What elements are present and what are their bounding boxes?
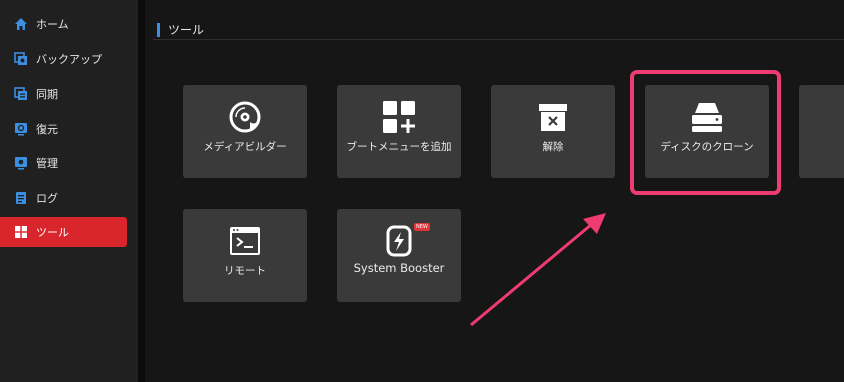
section-divider — [153, 39, 844, 40]
tool-label: 解除 — [542, 141, 564, 153]
sidebar-item-manage[interactable]: 管理 — [0, 148, 127, 178]
section-title-bar — [157, 22, 160, 37]
tool-media-builder[interactable]: メディアビルダー — [183, 85, 307, 178]
remote-terminal-icon — [183, 221, 307, 261]
sidebar-item-label: 同期 — [36, 88, 58, 101]
new-badge: NEW — [414, 223, 430, 231]
sidebar-item-tools[interactable]: ツール — [0, 217, 127, 247]
disc-icon — [183, 97, 307, 137]
system-booster-icon — [337, 221, 461, 261]
tool-partial-offscreen[interactable] — [799, 85, 844, 178]
sidebar: ホーム バックアップ 同期 復元 管理 ログ ツール — [0, 0, 138, 382]
sidebar-item-sync[interactable]: 同期 — [0, 79, 127, 109]
tool-label: ブートメニューを追加 — [346, 141, 452, 153]
uninstall-box-icon — [491, 97, 615, 137]
tool-uninstall[interactable]: 解除 — [491, 85, 615, 178]
manage-icon — [14, 156, 28, 170]
tool-label: System Booster — [353, 261, 445, 275]
tools-icon — [14, 225, 28, 239]
sidebar-item-label: 復元 — [36, 123, 58, 136]
home-icon — [14, 17, 28, 31]
sidebar-item-label: ツール — [36, 226, 69, 239]
sidebar-item-label: バックアップ — [36, 53, 102, 66]
backup-icon — [14, 52, 28, 66]
tool-system-booster[interactable]: NEW System Booster — [337, 209, 461, 302]
sidebar-item-label: ログ — [36, 192, 58, 205]
sync-icon — [14, 87, 28, 101]
sidebar-item-log[interactable]: ログ — [0, 183, 127, 213]
sidebar-item-label: ホーム — [36, 18, 69, 31]
restore-icon — [14, 122, 28, 136]
sidebar-item-backup[interactable]: バックアップ — [0, 44, 127, 74]
section-title: ツール — [157, 21, 204, 38]
tool-label: メディアビルダー — [203, 141, 287, 153]
highlight-box — [630, 70, 781, 195]
sidebar-item-home[interactable]: ホーム — [0, 9, 127, 39]
tool-label: リモート — [224, 265, 266, 277]
sidebar-item-label: 管理 — [36, 157, 58, 170]
section-title-text: ツール — [168, 23, 205, 37]
tool-remote[interactable]: リモート — [183, 209, 307, 302]
log-icon — [14, 191, 28, 205]
tool-boot-menu-add[interactable]: ブートメニューを追加 — [337, 85, 461, 178]
sidebar-item-restore[interactable]: 復元 — [0, 114, 127, 144]
boot-menu-add-icon — [337, 97, 461, 137]
sidebar-divider — [138, 0, 145, 382]
